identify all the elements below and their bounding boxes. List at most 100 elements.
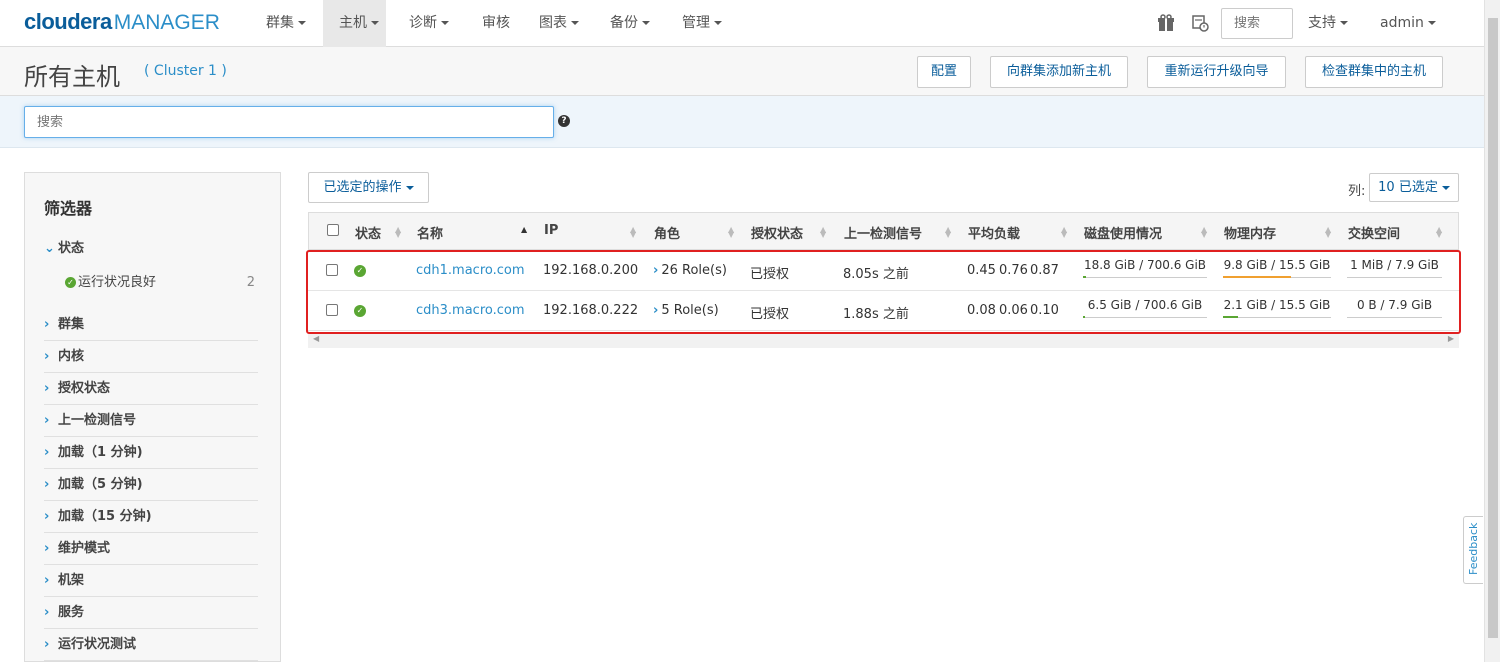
nav-hosts[interactable]: 主机 — [323, 0, 386, 47]
nav-audits[interactable]: 审核 — [482, 0, 510, 47]
filter-group-auth-status[interactable]: › 授权状态 — [44, 373, 258, 405]
filter-group-last-heartbeat[interactable]: › 上一检测信号 — [44, 405, 258, 437]
sort-icon[interactable]: ▲ ▼ — [395, 226, 401, 239]
nav-clusters[interactable]: 群集 — [266, 0, 306, 47]
disk-usage-meter: 6.5 GiB / 700.6 GiB — [1083, 296, 1207, 318]
filter-group-maintenance[interactable]: › 维护模式 — [44, 533, 258, 565]
help-icon[interactable]: ? — [558, 115, 570, 127]
filter-group-services[interactable]: › 服务 — [44, 597, 258, 629]
nav-administration[interactable]: 管理 — [682, 0, 722, 47]
chevron-right-icon: › — [44, 413, 50, 428]
disk-usage-fill — [1083, 276, 1087, 278]
col-last-heartbeat[interactable]: 上一检测信号 — [844, 223, 922, 242]
sort-asc-icon[interactable]: ▲ — [521, 226, 527, 234]
col-roles[interactable]: 角色 — [654, 223, 680, 242]
filter-group-load-1min[interactable]: › 加载（1 分钟) — [44, 437, 258, 469]
last-heartbeat: 1.88s 之前 — [843, 307, 909, 322]
caret-down-icon — [441, 21, 449, 25]
auth-status: 已授权 — [750, 307, 790, 322]
inspect-hosts-button[interactable]: 检查群集中的主机 — [1305, 56, 1443, 88]
swap-text: 0 B / 7.9 GiB — [1356, 298, 1433, 312]
chevron-down-icon: ⌄ — [44, 241, 55, 256]
sort-icon[interactable]: ▲ ▼ — [945, 226, 951, 239]
roles-toggle[interactable]: › 5 Role(s) — [653, 303, 719, 318]
nav-label: 管理 — [682, 15, 710, 31]
col-physical-memory[interactable]: 物理内存 — [1224, 223, 1276, 242]
sort-icon[interactable]: ▲ ▼ — [1436, 226, 1442, 239]
nav-diagnostics[interactable]: 诊断 — [409, 0, 449, 47]
col-name[interactable]: 名称 — [417, 223, 443, 242]
sort-icon[interactable]: ▲ ▼ — [630, 226, 636, 239]
sort-icon[interactable]: ▲ ▼ — [728, 226, 734, 239]
rerun-upgrade-wizard-button[interactable]: 重新运行升级向导 — [1147, 56, 1286, 88]
filter-group-label: 内核 — [58, 349, 85, 364]
filter-group-label: 状态 — [58, 241, 85, 256]
caret-down-icon — [298, 21, 306, 25]
caret-down-icon — [714, 21, 722, 25]
add-hosts-button[interactable]: 向群集添加新主机 — [990, 56, 1128, 88]
filter-title: 筛选器 — [44, 199, 93, 218]
nav-user-menu[interactable]: admin — [1380, 0, 1436, 47]
gift-icon[interactable] — [1157, 14, 1175, 32]
table-horizontal-scrollbar[interactable]: ◀ ▶ — [308, 332, 1459, 348]
chevron-right-icon: › — [44, 637, 50, 652]
host-name-link[interactable]: cdh3.macro.com — [416, 303, 525, 318]
col-disk-usage[interactable]: 磁盘使用情况 — [1084, 223, 1162, 242]
host-search-input[interactable] — [24, 106, 554, 138]
swap-text: 1 MiB / 7.9 GiB — [1350, 258, 1439, 272]
host-ip: 192.168.0.200 — [543, 263, 639, 278]
load-5: 0.76 — [999, 263, 1028, 278]
chevron-right-icon: › — [44, 445, 50, 460]
columns-dropdown[interactable]: 10 已选定 — [1369, 173, 1459, 202]
page-title: 所有主机 — [24, 63, 120, 91]
row-checkbox[interactable] — [326, 304, 338, 316]
filter-group-kernel[interactable]: › 内核 — [44, 341, 258, 373]
host-name-link[interactable]: cdh1.macro.com — [416, 263, 525, 278]
col-load-average[interactable]: 平均负载 — [968, 223, 1020, 242]
filter-group-load-5min[interactable]: › 加载（5 分钟) — [44, 469, 258, 501]
col-ip[interactable]: IP — [544, 223, 558, 238]
last-heartbeat: 8.05s 之前 — [843, 267, 909, 282]
nav-backup[interactable]: 备份 — [610, 0, 650, 47]
filter-group-label: 群集 — [58, 317, 85, 332]
roles-toggle[interactable]: › 26 Role(s) — [653, 263, 727, 278]
disk-usage-text: 6.5 GiB / 700.6 GiB — [1087, 298, 1203, 312]
caret-down-icon — [1340, 21, 1348, 25]
selected-actions-dropdown[interactable]: 已选定的操作 — [308, 172, 429, 203]
row-checkbox[interactable] — [326, 264, 338, 276]
filter-item-healthy[interactable]: ✓ 运行状况良好 2 — [65, 271, 255, 295]
cluster-link[interactable]: ( Cluster 1 ) — [144, 63, 227, 79]
filter-group-health-tests[interactable]: › 运行状况测试 — [44, 629, 258, 661]
sort-icon[interactable]: ▲ ▼ — [1201, 226, 1207, 239]
logo-brand: cloudera — [24, 9, 112, 34]
table-row: ✓ cdh1.macro.com 192.168.0.200 › 26 Role(… — [308, 251, 1459, 291]
chevron-right-icon: › — [44, 605, 50, 620]
nav-support[interactable]: 支持 — [1308, 0, 1348, 47]
filter-group-cluster[interactable]: › 群集 — [44, 309, 258, 341]
filter-group-status[interactable]: ⌄ 状态 — [44, 233, 258, 265]
disk-usage-meter: 18.8 GiB / 700.6 GiB — [1083, 256, 1207, 278]
cloudera-manager-logo[interactable]: clouderaMANAGER — [24, 9, 220, 35]
filter-group-load-15min[interactable]: › 加载（15 分钟) — [44, 501, 258, 533]
nav-charts[interactable]: 图表 — [539, 0, 579, 47]
scroll-left-icon[interactable]: ◀ — [313, 334, 319, 343]
scrollbar-thumb[interactable] — [1488, 18, 1498, 638]
col-status[interactable]: 状态 — [355, 223, 381, 242]
page-scrollbar[interactable] — [1484, 0, 1500, 662]
disk-usage-fill — [1083, 316, 1085, 318]
col-swap-space[interactable]: 交换空间 — [1348, 223, 1400, 242]
sort-icon[interactable]: ▲ ▼ — [1061, 226, 1067, 239]
sort-icon[interactable]: ▲ ▼ — [1325, 226, 1331, 239]
feedback-tab[interactable]: Feedback — [1463, 516, 1483, 584]
caret-down-icon — [371, 21, 379, 25]
sort-icon[interactable]: ▲ ▼ — [820, 226, 826, 239]
col-auth-status[interactable]: 授权状态 — [751, 223, 803, 242]
scroll-right-icon[interactable]: ▶ — [1448, 334, 1454, 343]
memory-text: 9.8 GiB / 15.5 GiB — [1223, 258, 1331, 272]
chevron-right-icon: › — [44, 509, 50, 524]
global-search-input[interactable] — [1221, 8, 1293, 39]
select-all-checkbox[interactable] — [327, 224, 339, 236]
scheduler-icon[interactable] — [1191, 14, 1209, 32]
configuration-button[interactable]: 配置 — [917, 56, 971, 88]
filter-group-rack[interactable]: › 机架 — [44, 565, 258, 597]
